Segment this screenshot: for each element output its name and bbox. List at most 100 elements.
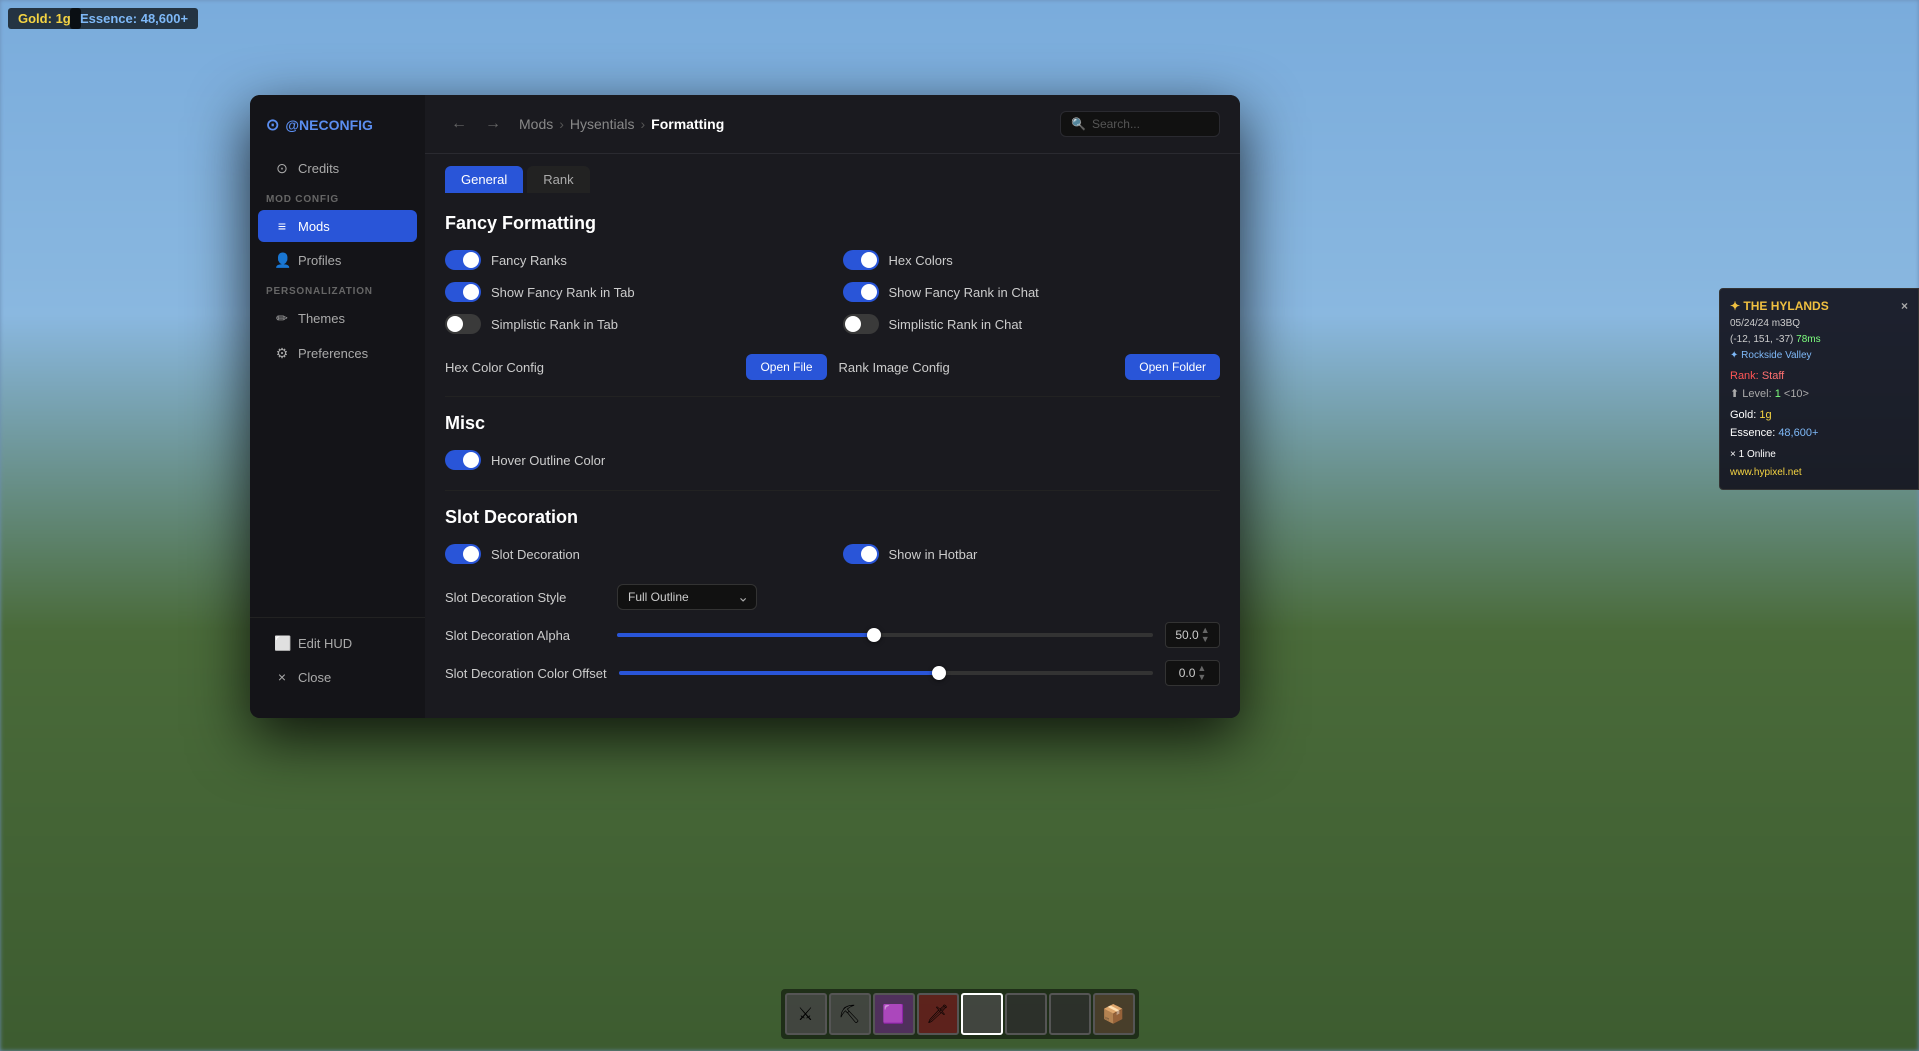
search-icon: 🔍 [1071, 117, 1086, 131]
color-offset-arrow-down[interactable]: ▼ [1197, 673, 1206, 682]
tab-general[interactable]: General [445, 166, 523, 193]
style-label: Slot Decoration Style [445, 590, 605, 605]
nav-back-button[interactable]: ← [445, 113, 473, 135]
color-offset-value: 0.0 [1179, 666, 1196, 680]
sidebar-bottom: ⬜ Edit HUD × Close [250, 617, 425, 702]
main-header: ← → Mods › Hysentials › Formatting 🔍 [425, 95, 1240, 154]
hud-gold-label: Gold: [18, 11, 52, 26]
right-panel-date: 05/24/24 m3BQ [1730, 316, 1908, 332]
hotbar-slot-0[interactable]: ⚔ [785, 993, 827, 1035]
toggle-fancy-ranks[interactable] [445, 250, 481, 270]
logo-icon: ⊙ [266, 115, 279, 135]
main-content: ← → Mods › Hysentials › Formatting 🔍 Gen… [425, 95, 1240, 718]
alpha-arrow-down[interactable]: ▼ [1201, 635, 1210, 644]
misc-title: Misc [445, 413, 1220, 434]
divider-slot [445, 490, 1220, 491]
sidebar-close-label: Close [298, 670, 331, 685]
hotbar-slot-7[interactable]: 📦 [1093, 993, 1135, 1035]
sidebar-item-close[interactable]: × Close [258, 661, 417, 693]
alpha-slider-track[interactable] [617, 633, 1153, 637]
sidebar-item-mods[interactable]: ≡ Mods [258, 210, 417, 242]
sidebar: ⊙ @NECONFIG ⊙ Credits MOD CONFIG ≡ Mods … [250, 95, 425, 718]
sidebar-mods-label: Mods [298, 219, 330, 234]
sidebar-item-profiles[interactable]: 👤 Profiles [258, 244, 417, 277]
breadcrumb-active: Formatting [651, 116, 724, 132]
style-dropdown[interactable]: Full Outline Inner Outline Corner None [617, 584, 757, 610]
rank-config-row: Rank Image Config Open Folder [839, 354, 1221, 380]
alpha-value-box: 50.0 ▲ ▼ [1165, 622, 1220, 648]
right-panel-title-text: ✦ THE HYLANDS [1730, 297, 1829, 316]
sidebar-item-credits[interactable]: ⊙ Credits [258, 152, 417, 185]
toggle-simplistic-rank-chat[interactable] [843, 314, 879, 334]
hotbar-slot-6[interactable] [1049, 993, 1091, 1035]
color-offset-label: Slot Decoration Color Offset [445, 666, 607, 681]
mods-icon: ≡ [274, 218, 290, 234]
nav-buttons: ← → [445, 113, 507, 135]
hud-essence: Essence: 48,600+ [70, 8, 198, 29]
hotbar-slot-5[interactable] [1005, 993, 1047, 1035]
right-panel-gold: Gold: 1g [1730, 407, 1908, 425]
sidebar-logo: ⊙ @NECONFIG [250, 111, 425, 151]
hotbar-slot-4[interactable] [961, 993, 1003, 1035]
personalization-section: PERSONALIZATION [250, 278, 425, 301]
toggle-simplistic-rank-tab[interactable] [445, 314, 481, 334]
right-panel-close[interactable]: × [1901, 297, 1908, 316]
setting-show-fancy-rank-tab: Show Fancy Rank in Tab [445, 282, 823, 302]
hotbar-slot-1[interactable]: ⛏ [829, 993, 871, 1035]
breadcrumb-mods[interactable]: Mods [519, 116, 553, 132]
right-panel: ✦ THE HYLANDS × 05/24/24 m3BQ (-12, 151,… [1719, 288, 1919, 490]
toggle-hover-outline[interactable] [445, 450, 481, 470]
config-rows: Hex Color Config Open File Rank Image Co… [445, 354, 1220, 380]
sidebar-item-edit-hud[interactable]: ⬜ Edit HUD [258, 627, 417, 660]
toggle-show-fancy-rank-chat[interactable] [843, 282, 879, 302]
content-area: Fancy Formatting Fancy Ranks Hex Colors … [425, 193, 1240, 718]
search-box[interactable]: 🔍 [1060, 111, 1220, 137]
color-offset-slider-thumb[interactable] [932, 666, 946, 680]
open-file-button[interactable]: Open File [746, 354, 826, 380]
open-folder-button[interactable]: Open Folder [1125, 354, 1220, 380]
label-slot-decoration: Slot Decoration [491, 547, 580, 562]
main-modal: ⊙ @NECONFIG ⊙ Credits MOD CONFIG ≡ Mods … [250, 95, 1240, 718]
alpha-slider-row: Slot Decoration Alpha 50.0 ▲ ▼ [445, 622, 1220, 648]
nav-forward-button[interactable]: → [479, 113, 507, 135]
preferences-icon: ⚙ [274, 345, 290, 362]
color-offset-slider-track[interactable] [619, 671, 1153, 675]
sidebar-item-preferences[interactable]: ⚙ Preferences [258, 337, 417, 370]
breadcrumb-hysentials[interactable]: Hysentials [570, 116, 635, 132]
search-input[interactable] [1092, 117, 1212, 131]
sidebar-item-themes[interactable]: ✏ Themes [258, 302, 417, 335]
alpha-label: Slot Decoration Alpha [445, 628, 605, 643]
color-offset-arrows[interactable]: ▲ ▼ [1197, 664, 1206, 682]
hud-essence-value: 48,600+ [141, 11, 188, 26]
color-offset-value-box: 0.0 ▲ ▼ [1165, 660, 1220, 686]
right-panel-online: × 1 Online [1730, 447, 1908, 463]
toggle-show-fancy-rank-tab[interactable] [445, 282, 481, 302]
setting-hex-colors: Hex Colors [843, 250, 1221, 270]
edit-hud-icon: ⬜ [274, 635, 290, 652]
toggle-hex-colors[interactable] [843, 250, 879, 270]
hotbar-slot-3[interactable]: 🗡 [917, 993, 959, 1035]
sidebar-profiles-label: Profiles [298, 253, 341, 268]
setting-hover-outline: Hover Outline Color [445, 450, 823, 470]
misc-settings: Hover Outline Color [445, 450, 1220, 470]
dropdown-wrapper[interactable]: Full Outline Inner Outline Corner None [617, 584, 757, 610]
toggle-show-in-hotbar[interactable] [843, 544, 879, 564]
logo-text: @NECONFIG [285, 117, 373, 133]
label-show-fancy-rank-tab: Show Fancy Rank in Tab [491, 285, 635, 300]
setting-fancy-ranks: Fancy Ranks [445, 250, 823, 270]
hotbar-slot-2[interactable]: 🟪 [873, 993, 915, 1035]
label-hex-colors: Hex Colors [889, 253, 953, 268]
setting-show-fancy-rank-chat: Show Fancy Rank in Chat [843, 282, 1221, 302]
close-icon: × [274, 669, 290, 685]
toggle-slot-decoration[interactable] [445, 544, 481, 564]
alpha-value: 50.0 [1175, 628, 1198, 642]
label-fancy-ranks: Fancy Ranks [491, 253, 567, 268]
tabs-bar: General Rank [425, 154, 1240, 193]
tab-rank[interactable]: Rank [527, 166, 589, 193]
alpha-slider-thumb[interactable] [867, 628, 881, 642]
divider-misc [445, 396, 1220, 397]
alpha-slider-fill [617, 633, 874, 637]
alpha-arrows[interactable]: ▲ ▼ [1201, 626, 1210, 644]
label-show-fancy-rank-chat: Show Fancy Rank in Chat [889, 285, 1039, 300]
setting-simplistic-rank-tab: Simplistic Rank in Tab [445, 314, 823, 334]
